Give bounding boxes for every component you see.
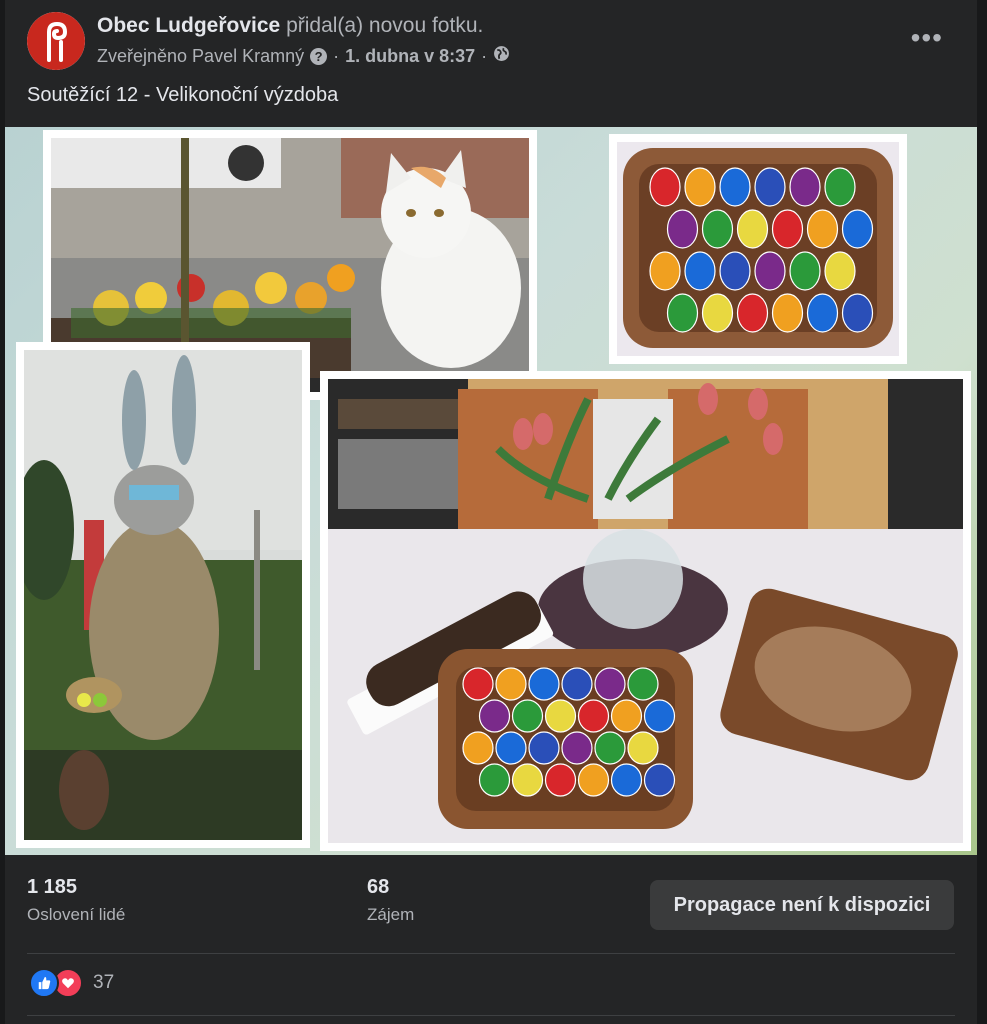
easter-egg [462, 731, 494, 765]
easter-egg [719, 167, 751, 207]
meta-separator: · [333, 45, 340, 66]
easter-egg [561, 731, 593, 765]
reaction-count: 37 [93, 972, 115, 993]
globe-icon[interactable] [493, 45, 510, 67]
easter-egg [528, 731, 560, 765]
easter-egg [577, 699, 610, 733]
easter-egg [666, 209, 699, 249]
easter-egg [701, 293, 734, 333]
more-options-button[interactable]: ••• [911, 22, 943, 54]
post-meta: Zveřejněno Pavel Kramný ? · 1. dubna v 8… [97, 45, 510, 67]
easter-egg [824, 167, 856, 207]
page-avatar[interactable] [27, 12, 85, 70]
easter-egg [495, 731, 527, 765]
insights-bar: 1 185 Oslovení lidé 68 Zájem Propagace n… [5, 855, 977, 955]
easter-egg [806, 293, 839, 333]
engagement-label: Zájem [367, 905, 415, 924]
reach-value: 1 185 [27, 876, 78, 898]
easter-egg [789, 167, 821, 207]
page-name-link[interactable]: Obec Ludgeřovice [97, 14, 280, 37]
easter-egg [462, 667, 494, 701]
easter-egg [528, 667, 560, 701]
easter-egg [627, 667, 659, 701]
easter-egg [684, 167, 716, 207]
meta-separator-2: · [481, 45, 488, 66]
easter-egg [754, 167, 786, 207]
easter-egg [627, 731, 659, 765]
divider-bottom [27, 1015, 955, 1016]
easter-egg [736, 293, 769, 333]
easter-egg [649, 167, 681, 207]
published-by: Zveřejněno Pavel Kramný [97, 45, 305, 66]
reach-label: Oslovení lidé [27, 905, 126, 924]
easter-egg [806, 209, 839, 249]
promote-button[interactable]: Propagace není k dispozici [650, 880, 954, 930]
easter-egg [643, 763, 676, 797]
easter-egg [544, 763, 577, 797]
easter-egg [649, 251, 681, 291]
reactions-summary[interactable]: 37 [29, 968, 114, 998]
engagement-value: 68 [367, 876, 390, 898]
divider [27, 953, 955, 954]
easter-egg [754, 251, 786, 291]
easter-egg [594, 667, 626, 701]
easter-egg [736, 209, 769, 249]
easter-egg [643, 699, 676, 733]
easter-egg [544, 699, 577, 733]
easter-egg [478, 763, 511, 797]
post-card: Obec Ludgeřovice přidal(a) novou fotku. … [5, 0, 977, 1024]
post-text: Soutěžící 12 - Velikonoční výzdoba [27, 84, 339, 106]
photo-eggs-basket [609, 134, 907, 364]
easter-egg [771, 209, 804, 249]
easter-egg [824, 251, 856, 291]
photo-easter-table [320, 371, 971, 851]
easter-egg [577, 763, 610, 797]
question-icon[interactable]: ? [310, 47, 328, 65]
easter-egg [511, 763, 544, 797]
photo-straw-bunny [16, 342, 310, 848]
post-date-link[interactable]: 1. dubna v 8:37 [345, 46, 475, 67]
post-action-text: přidal(a) novou fotku. [286, 14, 484, 37]
easter-egg [841, 209, 874, 249]
easter-egg [594, 731, 626, 765]
easter-egg [495, 667, 527, 701]
easter-egg [841, 293, 874, 333]
easter-egg [789, 251, 821, 291]
easter-egg [771, 293, 804, 333]
post-photo[interactable] [5, 127, 977, 855]
like-icon [29, 968, 59, 998]
easter-egg [666, 293, 699, 333]
easter-egg [684, 251, 716, 291]
easter-egg [610, 699, 643, 733]
easter-egg [511, 699, 544, 733]
post-header: Obec Ludgeřovice přidal(a) novou fotku. [97, 14, 483, 38]
easter-egg [701, 209, 734, 249]
easter-egg [610, 763, 643, 797]
easter-egg [478, 699, 511, 733]
easter-egg [561, 667, 593, 701]
easter-egg [719, 251, 751, 291]
